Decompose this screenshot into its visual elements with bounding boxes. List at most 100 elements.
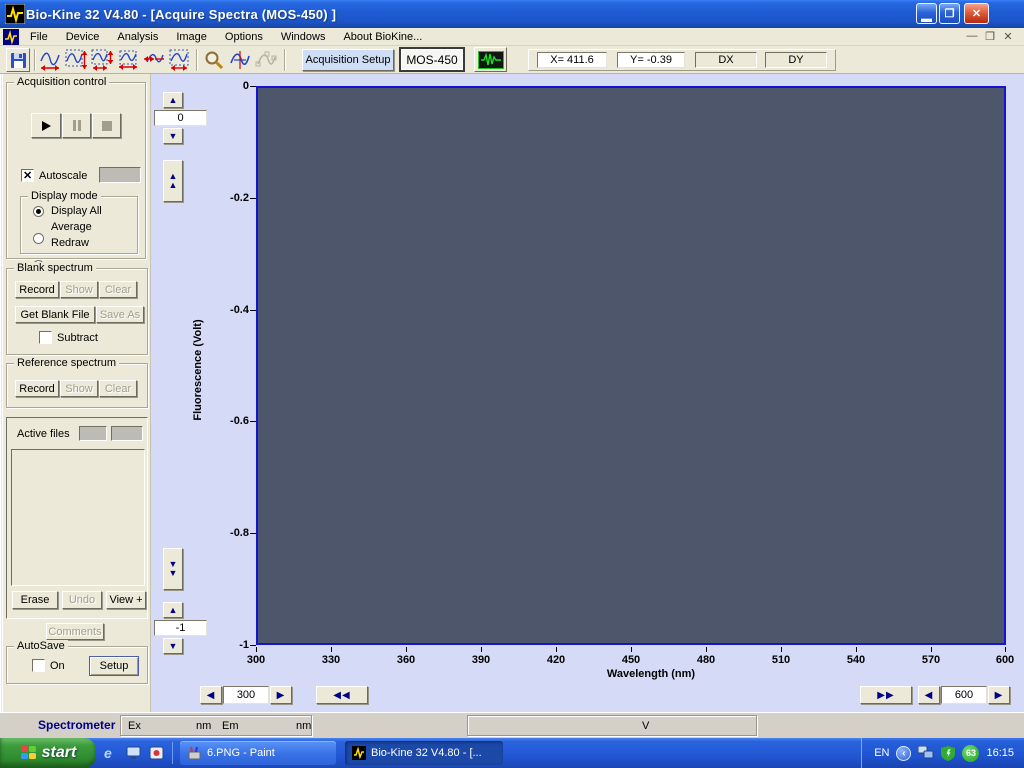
- y-expand-button[interactable]: ▲▲: [163, 160, 183, 202]
- scale-t-button[interactable]: [142, 48, 166, 72]
- network-icon[interactable]: [918, 746, 934, 760]
- comments-button[interactable]: Comments: [46, 623, 104, 640]
- acquisition-setup-button[interactable]: Acquisition Setup: [302, 49, 394, 71]
- shield-icon[interactable]: [941, 746, 955, 761]
- plot-area[interactable]: [256, 86, 1006, 645]
- zoom-y-button[interactable]: [64, 48, 88, 72]
- y-tick-mark: [250, 86, 256, 87]
- floppy-icon: [10, 52, 27, 69]
- x-min-increase-button[interactable]: ▶: [270, 686, 292, 704]
- reference-record-button[interactable]: Record: [15, 380, 59, 397]
- y-top-increase-button[interactable]: ▲: [163, 92, 183, 108]
- ex-unit-label: nm: [196, 720, 211, 732]
- play-button[interactable]: [31, 113, 61, 138]
- magnify-button[interactable]: [202, 48, 226, 72]
- pan-left-button[interactable]: ◀◀: [316, 686, 368, 704]
- paint-icon: [187, 746, 202, 760]
- menu-windows[interactable]: Windows: [272, 28, 335, 46]
- blank-save-as-button[interactable]: Save As: [96, 306, 144, 323]
- mdi-minimize-button[interactable]: —: [964, 30, 980, 43]
- reference-show-button[interactable]: Show: [60, 380, 98, 397]
- erase-button[interactable]: Erase: [12, 591, 58, 609]
- subtract-label: Subtract: [57, 332, 98, 344]
- y-bottom-increase-button[interactable]: ▲: [163, 602, 183, 618]
- menu-analysis[interactable]: Analysis: [108, 28, 167, 46]
- x-min-field[interactable]: 300: [223, 686, 269, 704]
- y-top-decrease-button[interactable]: ▼: [163, 128, 183, 144]
- x-tick-label: 390: [472, 654, 490, 666]
- autosave-on-label: On: [50, 660, 65, 672]
- active-files-label: Active files: [17, 428, 70, 440]
- menu-device[interactable]: Device: [57, 28, 109, 46]
- get-blank-file-button[interactable]: Get Blank File: [15, 306, 95, 323]
- nodes-curve-button[interactable]: [254, 48, 278, 72]
- system-tray: EN ‹ 63 16:15: [861, 738, 1024, 768]
- task-paint[interactable]: 6.PNG - Paint: [180, 741, 336, 765]
- blank-show-button[interactable]: Show: [60, 281, 98, 298]
- scope-button[interactable]: [474, 47, 507, 72]
- screen: Bio-Kine 32 V4.80 - [Acquire Spectra (MO…: [0, 0, 1024, 768]
- x-max-field[interactable]: 600: [941, 686, 987, 704]
- menu-options[interactable]: Options: [216, 28, 272, 46]
- curve-nodes-icon: [255, 49, 277, 71]
- hv-group: [467, 715, 757, 736]
- blank-clear-button[interactable]: Clear: [99, 281, 137, 298]
- x-tick-mark: [931, 647, 932, 652]
- show-desktop-icon[interactable]: [126, 746, 141, 760]
- x-min-decrease-button[interactable]: ◀: [200, 686, 222, 704]
- y-bottom-value-field[interactable]: -1: [154, 620, 207, 636]
- menu-about[interactable]: About BioKine...: [334, 28, 431, 46]
- radio-average[interactable]: [33, 233, 44, 244]
- autosave-on-checkbox[interactable]: [32, 659, 45, 672]
- quick-launch-icon[interactable]: [149, 746, 164, 760]
- ie-icon[interactable]: e: [104, 745, 112, 761]
- active-files-list[interactable]: [11, 449, 145, 586]
- pan-right-button[interactable]: ▶▶: [860, 686, 912, 704]
- scale-xy-button[interactable]: [168, 48, 192, 72]
- hide-icons-button[interactable]: ‹: [896, 746, 911, 761]
- magnifier-icon: [204, 50, 224, 70]
- view-plus-button[interactable]: View +: [106, 591, 146, 609]
- clock[interactable]: 16:15: [986, 747, 1014, 759]
- mdi-close-button[interactable]: ✕: [1000, 30, 1016, 43]
- undo-button[interactable]: Undo: [62, 591, 102, 609]
- zoom-xy-button[interactable]: [90, 48, 114, 72]
- language-indicator[interactable]: EN: [874, 747, 889, 759]
- mdi-restore-button[interactable]: ❐: [982, 30, 998, 43]
- windows-flag-icon: [20, 745, 37, 761]
- y-tick-label: -0.6: [209, 415, 249, 427]
- x-tick-label: 600: [996, 654, 1014, 666]
- start-button[interactable]: start: [0, 738, 96, 768]
- menu-file[interactable]: File: [21, 28, 57, 46]
- y-bottom-decrease-button[interactable]: ▼: [163, 638, 183, 654]
- task-biokine[interactable]: Bio-Kine 32 V4.80 - [...: [345, 741, 503, 765]
- save-button[interactable]: [6, 48, 30, 72]
- cursor-curve-button[interactable]: [228, 48, 252, 72]
- y-top-value-field[interactable]: 0: [154, 110, 207, 126]
- y-shrink-button[interactable]: ▼▼: [163, 548, 183, 590]
- reference-clear-button[interactable]: Clear: [99, 380, 137, 397]
- mos450-button[interactable]: MOS-450: [399, 47, 465, 72]
- minimize-button[interactable]: ▬: [916, 3, 937, 24]
- blank-record-button[interactable]: Record: [15, 281, 59, 298]
- x-max-decrease-button[interactable]: ◀: [918, 686, 940, 704]
- mdi-child-icon: [3, 29, 19, 45]
- autoscale-checkbox[interactable]: [21, 169, 34, 182]
- autosave-setup-button[interactable]: Setup: [89, 656, 139, 676]
- radio-display-all[interactable]: [33, 206, 44, 217]
- x-max-increase-button[interactable]: ▶: [988, 686, 1010, 704]
- close-button[interactable]: ✕: [964, 3, 989, 24]
- x-tick-mark: [256, 647, 257, 652]
- pause-button[interactable]: [62, 113, 91, 138]
- menu-image[interactable]: Image: [167, 28, 216, 46]
- task-biokine-label: Bio-Kine 32 V4.80 - [...: [371, 747, 482, 759]
- x-tick-mark: [706, 647, 707, 652]
- scale-x-button[interactable]: [116, 48, 140, 72]
- stop-button[interactable]: [92, 113, 121, 138]
- battery-badge[interactable]: 63: [962, 745, 979, 762]
- x-tick-label: 330: [322, 654, 340, 666]
- autosave-title: AutoSave: [14, 640, 68, 652]
- zoom-x-button[interactable]: [38, 48, 62, 72]
- restore-button[interactable]: ❐: [939, 3, 960, 24]
- subtract-checkbox[interactable]: [39, 331, 52, 344]
